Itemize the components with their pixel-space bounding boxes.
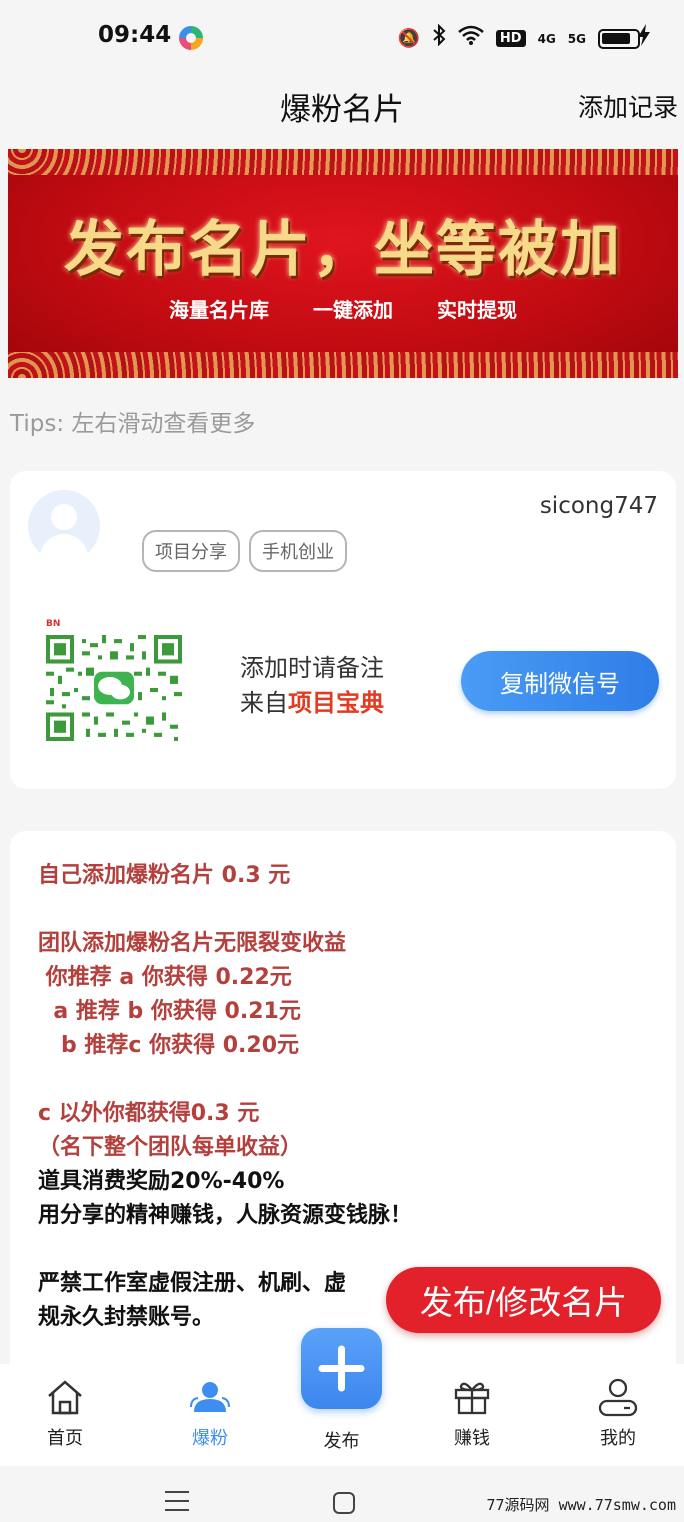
promo-banner[interactable]: 发布名片，坐等被加 海量名片库 一键添加 实时提现 [8,149,678,378]
tag-item: 项目分享 [142,530,240,572]
add-note: 添加时请备注 来自项目宝典 [240,651,384,721]
nav-label: 我的 [600,1428,636,1449]
banner-feature: 海量名片库 [169,298,269,322]
signal-4g-icon: 4G [537,31,556,46]
rule-line: a 推荐 b 你获得 0.21元 [38,999,301,1024]
banner-headline: 发布名片，坐等被加 [64,215,622,285]
rules-list: 自己添加爆粉名片 0.3 元团队添加爆粉名片无限裂变收益 你推荐 a 你获得 0… [38,859,412,1335]
watermark: 77源码网 www.77smw.com [486,1496,677,1514]
rule-line: （名下整个团队每单收益） [38,1135,303,1160]
copy-wechat-button[interactable]: 复制微信号 [461,651,659,711]
plus-icon [318,1345,365,1392]
note-line: 来自项目宝典 [240,686,384,721]
banner-feature: 一键添加 [313,298,393,322]
app-notification-icon [179,26,203,50]
nav-label: 赚钱 [454,1428,490,1449]
rules-spacer [38,1063,412,1097]
business-card[interactable]: sicong747 项目分享 手机创业 BN 添加时请备注 来自项目宝典 复制微… [10,471,676,789]
banner-features: 海量名片库 一键添加 实时提现 [8,294,678,323]
note-highlight: 项目宝典 [288,689,384,717]
wifi-icon [458,25,484,52]
rule-line: 用分享的精神赚钱，人脉资源变钱脉！ [38,1203,413,1228]
tag-item: 手机创业 [249,530,347,572]
cloud-pattern-top [8,149,678,175]
system-nav-bar: 77源码网 www.77smw.com [0,1466,684,1522]
app-header: 爆粉名片 添加记录 [0,74,684,140]
menu-icon[interactable] [165,1491,189,1518]
signal-5g-icon: 5G [567,31,586,46]
rule-line: 严禁工作室虚假注册、机刷、虚 [38,1271,347,1296]
rules-spacer [38,893,412,927]
status-bar: 09:44 🔕 HD 4G 5G [0,0,684,74]
user-icon [598,1378,638,1417]
charging-icon [638,24,650,51]
users-icon [190,1382,230,1412]
nav-label: 爆粉 [192,1428,228,1449]
nav-home[interactable]: 首页 [20,1374,110,1450]
home-square-icon[interactable] [333,1492,355,1514]
avatar [28,490,100,562]
rule-line: c 以外你都获得0.3 元 [38,1101,260,1126]
publish-card-button[interactable]: 发布/修改名片 [386,1267,661,1333]
nav-label: 首页 [47,1428,83,1449]
qr-code-image [46,635,182,741]
nav-fans[interactable]: 爆粉 [165,1374,255,1450]
hd-icon: HD [495,30,526,47]
battery-icon [598,28,640,49]
rules-spacer [38,1233,412,1267]
note-prefix: 来自 [240,689,288,717]
publish-fab-button[interactable] [301,1328,382,1409]
card-tags: 项目分享 手机创业 [142,530,347,572]
wechat-qr-code: BN [46,611,190,759]
status-time: 09:44 [98,22,172,48]
rule-line: 团队添加爆粉名片无限裂变收益 [38,931,347,956]
rule-line: 道具消费奖励20%-40% [38,1169,285,1194]
mute-icon: 🔕 [397,27,420,49]
add-record-link[interactable]: 添加记录 [578,88,678,124]
status-icons: 🔕 HD 4G 5G [397,23,640,53]
bluetooth-icon [432,23,446,53]
tips-text: Tips: 左右滑动查看更多 [10,411,256,437]
rule-line: 你推荐 a 你获得 0.22元 [38,965,292,990]
home-icon [48,1380,82,1415]
note-line: 添加时请备注 [240,654,384,682]
nav-publish-label: 发布 [323,1431,360,1452]
card-username: sicong747 [539,493,658,519]
nav-mine[interactable]: 我的 [573,1374,663,1450]
qr-brand-logo: BN [46,619,61,629]
cloud-pattern-bottom [8,352,678,378]
gift-icon [454,1382,490,1415]
rule-line: b 推荐c 你获得 0.20元 [38,1033,300,1058]
banner-feature: 实时提现 [437,298,517,322]
rule-line: 自己添加爆粉名片 0.3 元 [38,863,291,888]
nav-earn[interactable]: 赚钱 [427,1374,517,1450]
